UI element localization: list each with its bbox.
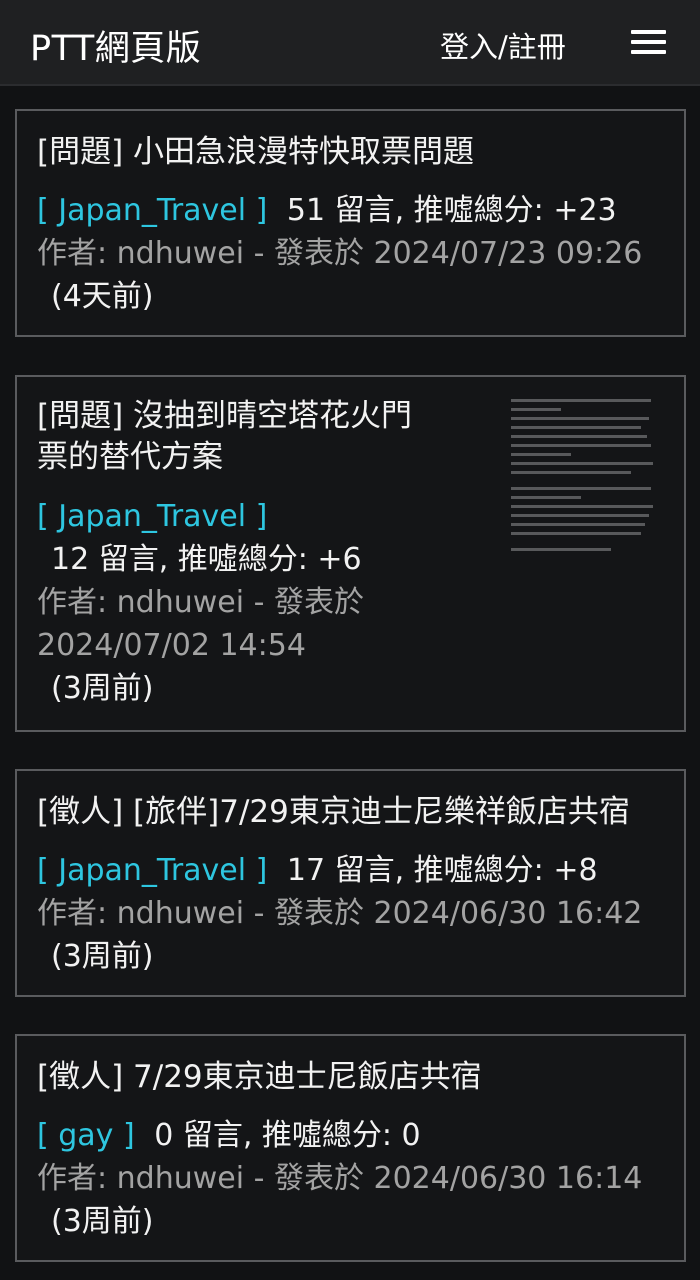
post-card[interactable]: [徵人] [旅伴]7/29東京迪士尼樂祥飯店共宿 [ Japan_Travel … — [15, 769, 686, 997]
article-thumbnail[interactable] — [507, 391, 662, 563]
post-card[interactable]: [徵人] 7/29東京迪士尼飯店共宿 [ gay ] 0 留言, 推噓總分: 0… — [15, 1034, 686, 1262]
post-stats: 17 留言, 推噓總分: +8 — [286, 853, 598, 888]
menu-bar — [631, 40, 666, 44]
board-link[interactable]: [ Japan_Travel ] — [37, 499, 267, 534]
post-relative-time: (3周前) — [51, 671, 154, 706]
post-card[interactable]: [問題] 沒抽到晴空塔花火門 票的替代方案 [ Japan_Travel ] 1… — [15, 375, 686, 732]
menu-bar — [631, 30, 666, 34]
post-title[interactable]: [徵人] 7/29東京迪士尼飯店共宿 — [37, 1057, 668, 1098]
board-link[interactable]: [ gay ] — [37, 1118, 135, 1153]
post-title[interactable]: [問題] 小田急浪漫特快取票問題 — [37, 132, 668, 173]
post-date: 2024/07/02 14:54 — [37, 628, 306, 663]
post-stats: 51 留言, 推噓總分: +23 — [286, 193, 617, 228]
hamburger-menu-icon[interactable] — [631, 28, 666, 56]
post-relative-time: (4天前) — [51, 279, 154, 314]
menu-bar — [631, 50, 666, 54]
post-title[interactable]: [徵人] [旅伴]7/29東京迪士尼樂祥飯店共宿 — [37, 792, 668, 833]
top-header: PTT網頁版 登入/註冊 — [0, 0, 700, 86]
board-link[interactable]: [ Japan_Travel ] — [37, 853, 267, 888]
post-stats: 12 留言, 推噓總分: +6 — [51, 542, 362, 577]
site-title[interactable]: PTT網頁版 — [30, 20, 201, 71]
post-relative-time: (3周前) — [51, 939, 154, 974]
post-stats: 0 留言, 推噓總分: 0 — [154, 1118, 421, 1153]
login-register-link[interactable]: 登入/註冊 — [440, 24, 566, 66]
post-author-date: 作者: ndhuwei - 發表於 2024/07/23 09:26 — [37, 236, 643, 271]
post-author-date: 作者: ndhuwei - 發表於 2024/06/30 16:42 — [37, 896, 643, 931]
post-author-date: 作者: ndhuwei - 發表於 2024/06/30 16:14 — [37, 1161, 643, 1196]
post-author: 作者: ndhuwei - 發表於 — [37, 585, 364, 620]
post-card[interactable]: [問題] 小田急浪漫特快取票問題 [ Japan_Travel ] 51 留言,… — [15, 109, 686, 337]
post-relative-time: (3周前) — [51, 1204, 154, 1239]
board-link[interactable]: [ Japan_Travel ] — [37, 193, 267, 228]
